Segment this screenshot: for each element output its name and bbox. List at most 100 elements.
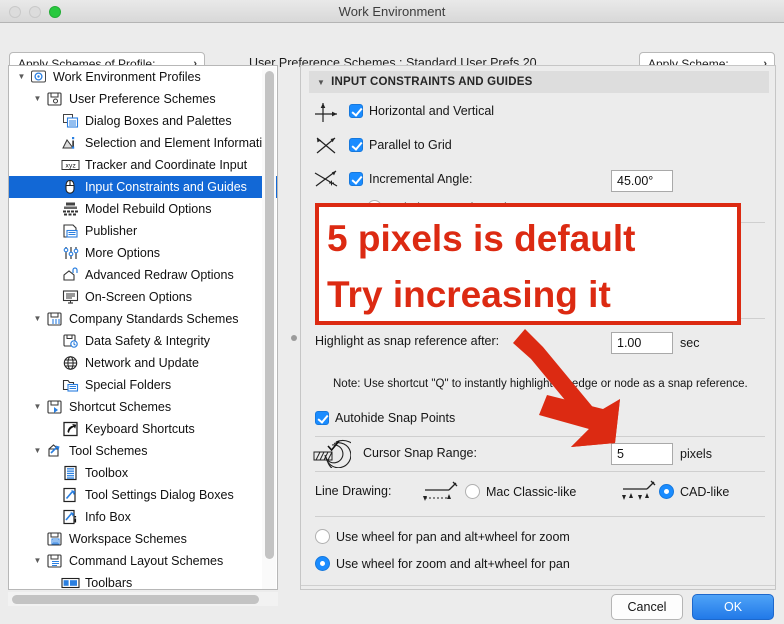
section-header-input-constraints[interactable]: ▼ INPUT CONSTRAINTS AND GUIDES xyxy=(309,71,769,93)
tree-item-company-standards-schemes[interactable]: ▼ Company Standards Schemes xyxy=(9,308,277,330)
tree-item-label: On-Screen Options xyxy=(85,290,192,304)
incremental-angle-field[interactable]: 45.00° xyxy=(611,170,673,192)
user-preference-schemes-icon xyxy=(44,90,64,108)
triangle-down-icon[interactable]: ▼ xyxy=(31,557,44,565)
tree-item-label: Data Safety & Integrity xyxy=(85,334,211,348)
tree-item-work-environment-profiles[interactable]: ▼ Work Environment Profiles xyxy=(9,66,277,88)
mac-classic-radio[interactable] xyxy=(465,484,480,499)
wheel-zoom-option[interactable]: Use wheel for zoom and alt+wheel for pan xyxy=(315,556,570,571)
autohide-snap-points-row[interactable]: Autohide Snap Points xyxy=(315,411,455,425)
wheel-pan-label: Use wheel for pan and alt+wheel for zoom xyxy=(336,529,570,544)
cursor-snap-range-glyph-icon xyxy=(311,438,360,474)
mac-classic-label: Mac Classic-like xyxy=(486,484,577,499)
triangle-down-icon[interactable]: ▼ xyxy=(31,447,44,455)
incremental-angle-checkbox[interactable] xyxy=(349,172,363,186)
highlight-snap-field[interactable]: 1.00 xyxy=(611,332,673,354)
network-update-icon xyxy=(60,354,80,372)
divider xyxy=(301,585,775,586)
tree-item-dialog-boxes-and-palettes[interactable]: Dialog Boxes and Palettes xyxy=(9,110,277,132)
triangle-down-icon[interactable]: ▼ xyxy=(31,403,44,411)
tree-item-keyboard-shortcuts[interactable]: Keyboard Shortcuts xyxy=(9,418,277,440)
dialog-boxes-palettes-icon xyxy=(60,112,80,130)
parallel-to-grid-glyph-icon xyxy=(311,133,343,162)
company-standards-schemes-icon xyxy=(44,310,64,328)
cursor-snap-range-field[interactable]: 5 xyxy=(611,443,673,465)
tree-item-label: Input Constraints and Guides xyxy=(85,180,247,194)
tree-item-toolbars[interactable]: Toolbars xyxy=(9,572,277,589)
splitter-handle[interactable] xyxy=(291,335,297,341)
tree-item-on-screen-options[interactable]: On-Screen Options xyxy=(9,286,277,308)
tree-item-special-folders[interactable]: Special Folders xyxy=(9,374,277,396)
tree-item-publisher[interactable]: Publisher xyxy=(9,220,277,242)
tree-item-label: Info Box xyxy=(85,510,131,524)
info-box-icon xyxy=(60,508,80,526)
cad-like-radio[interactable] xyxy=(659,484,674,499)
tree-item-input-constraints-and-guides[interactable]: Input Constraints and Guides xyxy=(9,176,277,198)
triangle-down-icon[interactable]: ▼ xyxy=(15,73,28,81)
mac-classic-option[interactable]: Mac Classic-like xyxy=(465,484,576,499)
cursor-snap-range-row: Cursor Snap Range: xyxy=(363,446,477,460)
tree-item-label: Shortcut Schemes xyxy=(69,400,172,414)
tool-schemes-icon xyxy=(44,442,64,460)
highlight-snap-value: 1.00 xyxy=(617,336,642,350)
tree-item-info-box[interactable]: Info Box xyxy=(9,506,277,528)
tree-item-toolbox[interactable]: Toolbox xyxy=(9,462,277,484)
horizontal-vertical-glyph-icon xyxy=(311,100,343,129)
tree-vertical-scroll-thumb[interactable] xyxy=(265,71,274,559)
tree-item-more-options[interactable]: More Options xyxy=(9,242,277,264)
annotation-line-2: Try increasing it xyxy=(327,274,611,315)
tree-item-label: Command Layout Schemes xyxy=(69,554,224,568)
scheme-tree-list[interactable]: ▼ Work Environment Profiles ▼ User Preferen… xyxy=(9,66,277,589)
tree-item-model-rebuild-options[interactable]: Model Rebuild Options xyxy=(9,198,277,220)
snap-reference-note-text: Note: Use shortcut "Q" to instantly high… xyxy=(333,378,748,390)
tree-item-label: Tool Schemes xyxy=(69,444,148,458)
cad-like-option[interactable]: CAD-like xyxy=(659,484,729,499)
tree-item-selection-and-element-information[interactable]: Selection and Element Information xyxy=(9,132,277,154)
wheel-zoom-label: Use wheel for zoom and alt+wheel for pan xyxy=(336,556,570,571)
horizontal-vertical-label: Horizontal and Vertical xyxy=(369,104,495,118)
parallel-to-grid-row[interactable]: Parallel to Grid xyxy=(349,138,452,152)
tree-item-network-and-update[interactable]: Network and Update xyxy=(9,352,277,374)
tree-item-workspace-schemes[interactable]: Workspace Schemes xyxy=(9,528,277,550)
tree-item-tool-settings-dialog-boxes[interactable]: Tool Settings Dialog Boxes xyxy=(9,484,277,506)
tree-vertical-scrollbar[interactable] xyxy=(262,67,276,589)
wheel-zoom-radio[interactable] xyxy=(315,556,330,571)
keyboard-shortcuts-icon xyxy=(60,420,80,438)
horizontal-vertical-row[interactable]: Horizontal and Vertical xyxy=(349,104,494,118)
mac-classic-glyph-icon xyxy=(419,480,461,511)
wheel-pan-option[interactable]: Use wheel for pan and alt+wheel for zoom xyxy=(315,529,570,544)
tree-item-tool-schemes[interactable]: ▼ Tool Schemes xyxy=(9,440,277,462)
highlight-snap-row: Highlight as snap reference after: xyxy=(315,334,499,348)
ok-button[interactable]: OK xyxy=(692,594,774,620)
tree-item-label: Workspace Schemes xyxy=(69,532,187,546)
horizontal-vertical-checkbox[interactable] xyxy=(349,104,363,118)
tree-item-command-layout-schemes[interactable]: ▼ Command Layout Schemes xyxy=(9,550,277,572)
tree-item-user-preference-schemes[interactable]: ▼ User Preference Schemes xyxy=(9,88,277,110)
toolbars-icon xyxy=(60,574,80,589)
selection-element-info-icon xyxy=(60,134,80,152)
scheme-toolbar: Apply Schemes of Profile: › User Prefere… xyxy=(0,23,784,76)
divider xyxy=(315,436,765,437)
tree-item-shortcut-schemes[interactable]: ▼ Shortcut Schemes xyxy=(9,396,277,418)
autohide-snap-points-checkbox[interactable] xyxy=(315,411,329,425)
tree-item-label: Tracker and Coordinate Input xyxy=(85,158,248,172)
triangle-down-icon[interactable]: ▼ xyxy=(31,95,44,103)
tree-item-label: Special Folders xyxy=(85,378,172,392)
scheme-tree-panel: ▼ Work Environment Profiles ▼ User Preferen… xyxy=(8,65,278,590)
parallel-to-grid-label: Parallel to Grid xyxy=(369,138,452,152)
snap-reference-note: Note: Use shortcut "Q" to instantly high… xyxy=(333,374,748,392)
incremental-angle-row[interactable]: Incremental Angle: xyxy=(349,172,473,186)
cursor-snap-range-value: 5 xyxy=(617,447,624,461)
tree-item-advanced-redraw-options[interactable]: Advanced Redraw Options xyxy=(9,264,277,286)
title-bar: Work Environment xyxy=(0,0,784,23)
tree-horizontal-scrollbar[interactable] xyxy=(8,592,278,606)
tree-horizontal-scroll-thumb[interactable] xyxy=(12,595,259,604)
parallel-to-grid-checkbox[interactable] xyxy=(349,138,363,152)
tree-item-tracker-and-coordinate-input[interactable]: xyz Tracker and Coordinate Input xyxy=(9,154,277,176)
triangle-down-icon[interactable]: ▼ xyxy=(31,315,44,323)
tree-item-data-safety-integrity[interactable]: Data Safety & Integrity xyxy=(9,330,277,352)
wheel-pan-radio[interactable] xyxy=(315,529,330,544)
cancel-button[interactable]: Cancel xyxy=(611,594,683,620)
data-safety-integrity-icon xyxy=(60,332,80,350)
special-folders-icon xyxy=(60,376,80,394)
